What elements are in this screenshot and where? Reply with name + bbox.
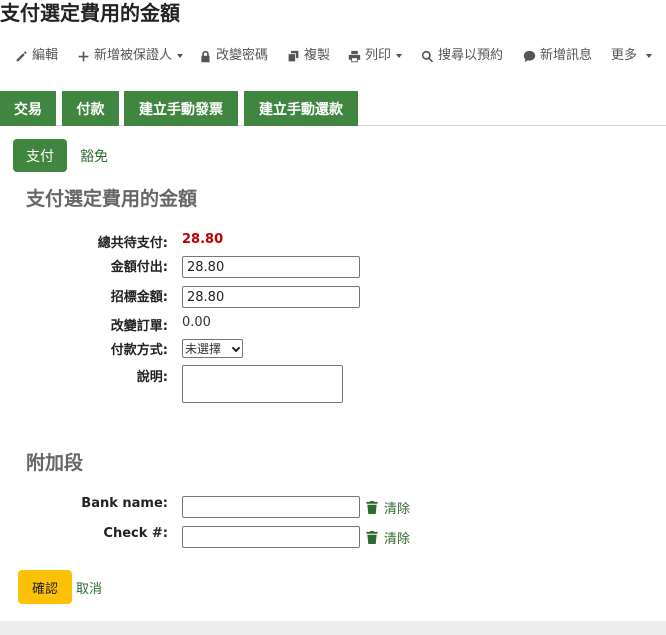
trash-icon — [366, 501, 378, 514]
search-hold-label: 搜尋以預約 — [438, 48, 504, 63]
bank-clear-label: 清除 — [384, 502, 411, 517]
bank-name-label: Bank name: — [81, 496, 168, 511]
edit-button[interactable]: 編輯 — [15, 46, 58, 66]
more-menu-button[interactable]: 更多 — [611, 46, 653, 66]
paid-amount-input[interactable] — [182, 256, 360, 278]
tab-payments[interactable]: 付款 — [62, 91, 119, 126]
check-number-input[interactable] — [182, 526, 360, 548]
payment-method-value: 未選擇 — [185, 342, 222, 356]
change-password-label: 改變密碼 — [216, 48, 269, 63]
plus-icon — [78, 51, 89, 61]
change-label: 改變訂單: — [110, 319, 168, 334]
check-number-label: Check #: — [103, 526, 168, 541]
page-title: 支付選定費用的金額 — [0, 1, 180, 25]
duplicate-button[interactable]: 複製 — [287, 46, 330, 66]
printer-icon — [348, 50, 361, 62]
chevron-down-icon — [646, 54, 653, 58]
new-message-label: 新增訊息 — [540, 48, 593, 63]
print-label: 列印 — [365, 48, 392, 63]
paid-label: 金額付出: — [110, 260, 168, 275]
add-guarantor-button[interactable]: 新增被保證人 — [77, 46, 184, 66]
payment-method-select[interactable]: 未選擇 — [182, 339, 243, 358]
bank-clear-button[interactable]: 清除 — [366, 498, 410, 517]
chevron-down-icon — [177, 54, 184, 58]
new-message-button[interactable]: 新增訊息 — [523, 46, 592, 66]
check-clear-label: 清除 — [384, 532, 411, 547]
more-label: 更多 — [611, 48, 638, 63]
tendered-label: 招標金額: — [110, 290, 168, 305]
change-password-button[interactable]: 改變密碼 — [199, 46, 268, 66]
change-value: 0.00 — [182, 315, 211, 330]
search-icon — [421, 50, 434, 62]
check-clear-button[interactable]: 清除 — [366, 528, 410, 547]
print-button[interactable]: 列印 — [348, 46, 403, 66]
additional-fields-title: 附加段 — [26, 452, 84, 474]
edit-label: 編輯 — [32, 48, 59, 63]
tab-create-manual-invoice[interactable]: 建立手動發票 — [124, 91, 238, 126]
account-tabs: 交易 付款 建立手動發票 建立手動還款 — [0, 91, 666, 126]
total-label: 總共待支付: — [97, 236, 168, 251]
tab-transactions[interactable]: 交易 — [0, 91, 56, 126]
lock-icon — [201, 50, 210, 62]
bank-name-input[interactable] — [182, 496, 360, 518]
speech-bubble-icon — [523, 50, 536, 62]
tendered-amount-input[interactable] — [182, 286, 360, 308]
note-textarea[interactable] — [182, 365, 343, 403]
chevron-down-icon — [231, 343, 241, 353]
pay-subtab[interactable]: 支付 — [13, 139, 67, 172]
form-title: 支付選定費用的金額 — [26, 188, 198, 210]
pencil-icon — [16, 50, 27, 61]
total-value: 28.80 — [182, 232, 224, 247]
payment-method-label: 付款方式: — [110, 343, 168, 358]
chevron-down-icon — [396, 54, 403, 58]
writeoff-subtab[interactable]: 豁免 — [80, 146, 108, 166]
note-label: 說明: — [136, 370, 168, 385]
toolbar: 編輯 新增被保證人 改變密碼 複製 列印 搜尋以預約 新增訊息 更多 — [0, 42, 666, 70]
trash-icon — [366, 531, 378, 544]
tab-create-manual-credit[interactable]: 建立手動還款 — [244, 91, 358, 126]
confirm-button[interactable]: 確認 — [18, 570, 72, 604]
cancel-link[interactable]: 取消 — [76, 578, 102, 597]
copy-icon — [288, 50, 299, 61]
footer-strip — [0, 621, 666, 635]
duplicate-label: 複製 — [304, 48, 331, 63]
search-hold-button[interactable]: 搜尋以預約 — [421, 46, 503, 66]
add-guarantor-label: 新增被保證人 — [94, 48, 173, 63]
